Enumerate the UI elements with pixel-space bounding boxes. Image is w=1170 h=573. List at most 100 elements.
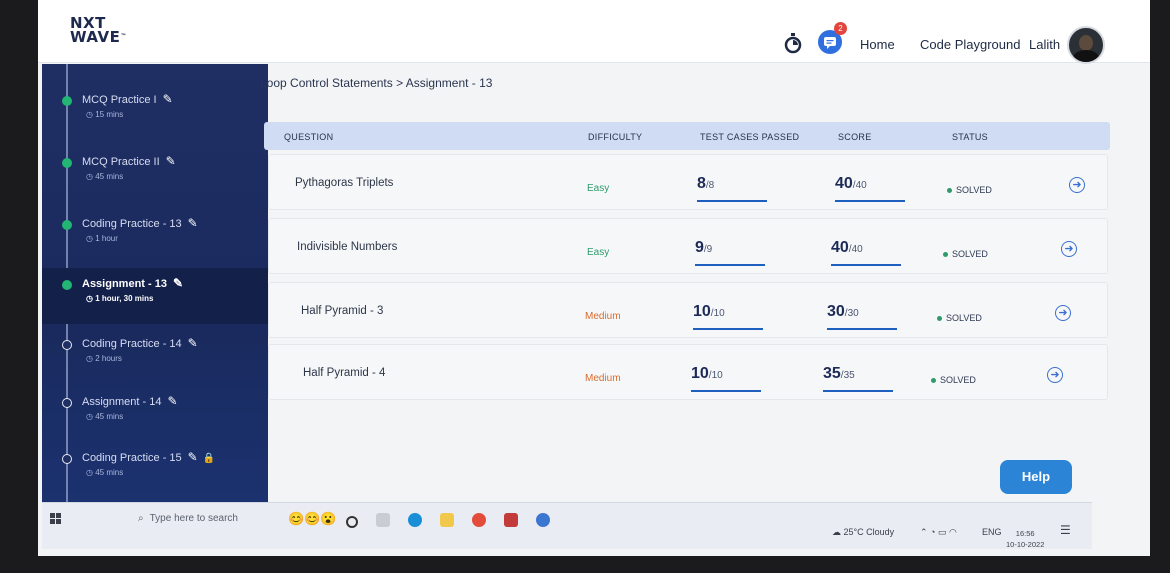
progress-underline — [695, 264, 765, 266]
sidebar-item-duration: 2 hours — [95, 354, 122, 363]
nav-home[interactable]: Home — [860, 37, 895, 52]
edit-icon[interactable]: ✎ — [163, 92, 173, 106]
sidebar-item-mcq-practice-2[interactable]: MCQ Practice II ✎ ◷ 45 mins — [42, 150, 268, 206]
cortana-icon[interactable] — [346, 516, 358, 528]
language-indicator[interactable]: ENG — [982, 527, 1002, 537]
sidebar-item-coding-practice-14[interactable]: Coding Practice - 14 ✎ ◷ 2 hours — [42, 332, 268, 384]
sidebar-item-duration: 1 hour — [95, 234, 118, 243]
sidebar-item-duration: 45 mins — [95, 468, 124, 477]
progress-underline — [697, 200, 767, 202]
clock-icon: ◷ — [86, 354, 96, 363]
cloud-icon: ☁ — [832, 527, 844, 537]
completed-dot-icon — [62, 220, 72, 230]
notifications-button[interactable]: 2 — [818, 22, 847, 54]
stopwatch-icon[interactable] — [784, 32, 802, 54]
chrome-icon[interactable] — [472, 513, 486, 527]
edit-icon[interactable]: ✎ — [188, 216, 198, 230]
table-header: QUESTION DIFFICULTY TEST CASES PASSED SC… — [264, 122, 1110, 150]
sidebar-item-assignment-14[interactable]: Assignment - 14 ✎ ◷ 45 mins — [42, 390, 268, 442]
edit-icon[interactable]: ✎ — [188, 336, 198, 350]
status-badge: SOLVED — [937, 313, 982, 323]
sidebar-item-label: Coding Practice - 14 — [82, 338, 182, 350]
clock-icon: ◷ — [86, 294, 96, 303]
edit-icon[interactable]: ✎ — [173, 276, 183, 290]
question-name[interactable]: Half Pyramid - 3 — [301, 305, 383, 317]
edit-icon[interactable]: ✎ — [188, 450, 198, 464]
header-difficulty: DIFFICULTY — [588, 132, 643, 142]
sidebar-item-coding-practice-13[interactable]: Coding Practice - 13 ✎ ◷ 1 hour — [42, 212, 268, 268]
completed-dot-icon — [62, 280, 72, 290]
sidebar-item-label: MCQ Practice II — [82, 156, 160, 168]
nav-code-playground[interactable]: Code Playground — [920, 37, 1020, 52]
edit-icon[interactable]: ✎ — [166, 154, 176, 168]
pending-dot-icon — [62, 340, 72, 350]
pending-dot-icon — [62, 454, 72, 464]
difficulty-label: Easy — [587, 247, 610, 258]
test-cases-passed: 10/10 — [691, 365, 761, 392]
progress-underline — [693, 328, 763, 330]
weather-widget[interactable]: ☁ 25°C Cloudy — [832, 527, 894, 538]
notification-badge: 2 — [834, 22, 847, 35]
nav-user-name[interactable]: Lalith — [1029, 37, 1060, 52]
sidebar-item-duration: 45 mins — [95, 172, 124, 181]
arrow-right-icon[interactable]: ➜ — [1061, 241, 1077, 257]
edge-icon[interactable] — [408, 513, 422, 527]
nxtwave-logo[interactable]: NXT WAVE™ — [70, 16, 127, 46]
breadcrumb[interactable]: Loop Control Statements > Assignment - 1… — [260, 76, 492, 90]
windows-taskbar: ⌕ Type here to search 😊😊😮 ☁ 25°C Cloudy ⌃… — [42, 502, 1092, 549]
sidebar-item-label: Coding Practice - 15 — [82, 452, 182, 464]
arrow-right-icon[interactable]: ➜ — [1069, 177, 1085, 193]
sidebar-item-duration: 15 mins — [95, 110, 124, 119]
test-cases-passed: 9/9 — [695, 239, 765, 266]
taskbar-search-box[interactable]: ⌕ Type here to search — [138, 513, 238, 524]
system-tray-icons[interactable]: ⌃ ◔ ▭ ◠ — [920, 527, 957, 538]
emoji-widget-icon[interactable]: 😊😊😮 — [288, 511, 337, 527]
app-icon-2[interactable] — [536, 513, 550, 527]
course-sidebar: MCQ Practice I ✎ ◷ 15 mins MCQ Practice I… — [42, 64, 268, 506]
browser-screen: NXT WAVE™ 2 Home Code Playground Lalith — [38, 0, 1150, 556]
table-row[interactable]: Half Pyramid - 4 Medium 10/10 35/35 SOLV… — [268, 344, 1108, 400]
app-icon[interactable] — [504, 513, 518, 527]
logo-trademark: ™ — [120, 33, 127, 40]
sidebar-item-duration: 45 mins — [95, 412, 124, 421]
question-name[interactable]: Indivisible Numbers — [297, 241, 397, 253]
test-cases-passed: 10/10 — [693, 303, 763, 330]
header-status: STATUS — [952, 132, 988, 142]
completed-dot-icon — [62, 158, 72, 168]
edit-icon[interactable]: ✎ — [167, 394, 177, 408]
notification-center-icon[interactable]: ☰ — [1060, 523, 1071, 537]
question-name[interactable]: Half Pyramid - 4 — [303, 367, 385, 379]
sidebar-item-coding-practice-15[interactable]: Coding Practice - 15 ✎ 🔒 ◷ 45 mins — [42, 446, 268, 498]
help-button[interactable]: Help — [1000, 460, 1072, 494]
arrow-right-icon[interactable]: ➜ — [1047, 367, 1063, 383]
sidebar-item-label: Assignment - 14 — [82, 396, 162, 408]
arrow-right-icon[interactable]: ➜ — [1055, 305, 1071, 321]
clock-icon: ◷ — [86, 172, 96, 181]
clock-icon: ◷ — [86, 412, 96, 421]
file-explorer-icon[interactable] — [440, 513, 454, 527]
search-icon: ⌕ — [138, 513, 144, 524]
taskbar-clock[interactable]: 16:56 10-10-2022 — [1006, 528, 1044, 550]
score-value: 40/40 — [835, 175, 905, 202]
task-view-icon[interactable] — [376, 513, 390, 527]
sidebar-item-label: MCQ Practice I — [82, 94, 157, 106]
status-badge: SOLVED — [947, 185, 992, 195]
clock-icon: ◷ — [86, 468, 96, 477]
avatar[interactable] — [1067, 26, 1105, 64]
question-name[interactable]: Pythagoras Triplets — [295, 177, 393, 189]
logo-line-2: WAVE — [70, 28, 121, 46]
difficulty-label: Easy — [587, 183, 610, 194]
windows-start-icon[interactable] — [50, 513, 62, 525]
lock-icon: 🔒 — [202, 453, 216, 464]
table-row[interactable]: Half Pyramid - 3 Medium 10/10 30/30 SOLV… — [268, 282, 1108, 338]
pending-dot-icon — [62, 398, 72, 408]
top-header: NXT WAVE™ 2 Home Code Playground Lalith — [38, 0, 1150, 64]
progress-underline — [835, 200, 905, 202]
sidebar-item-assignment-13[interactable]: Assignment - 13 ✎ ◷ 1 hour, 30 mins — [42, 268, 268, 324]
table-row[interactable]: Pythagoras Triplets Easy 8/8 40/40 SOLVE… — [268, 154, 1108, 210]
header-score: SCORE — [838, 132, 872, 142]
score-value: 40/40 — [831, 239, 901, 266]
table-row[interactable]: Indivisible Numbers Easy 9/9 40/40 SOLVE… — [268, 218, 1108, 274]
test-cases-passed: 8/8 — [697, 175, 767, 202]
sidebar-item-mcq-practice-1[interactable]: MCQ Practice I ✎ ◷ 15 mins — [42, 88, 268, 144]
